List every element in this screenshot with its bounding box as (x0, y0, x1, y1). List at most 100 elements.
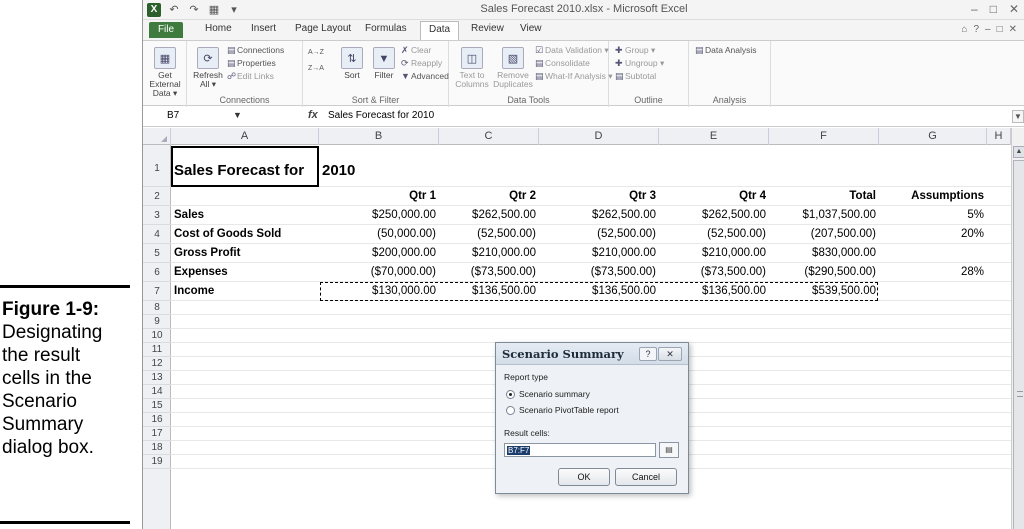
doc-restore-icon[interactable]: □ (997, 24, 1003, 35)
cell-value[interactable]: (52,500.00) (539, 225, 659, 243)
doc-close-icon[interactable]: ✕ (1009, 24, 1017, 35)
cancel-button[interactable]: Cancel (615, 468, 677, 486)
what-if-button[interactable]: ▤What-If Analysis ▾ (535, 71, 613, 82)
cell-value[interactable]: ($290,500.00) (769, 263, 879, 281)
cell-value[interactable]: $1,037,500.00 (769, 206, 879, 224)
connections-button[interactable]: ▤Connections (227, 45, 284, 56)
cell-value[interactable]: $136,500.00 (439, 282, 539, 300)
cell-value[interactable]: ($73,500.00) (659, 263, 769, 281)
cell-value[interactable]: ($73,500.00) (539, 263, 659, 281)
data-validation-button[interactable]: ☑ Data Validation ▾ (535, 45, 609, 56)
cell-assumption[interactable]: 28% (879, 263, 987, 281)
column-header-g[interactable]: G (879, 128, 987, 145)
cell-value[interactable]: $200,000.00 (319, 244, 439, 262)
name-box[interactable]: B7 ▼ (167, 110, 287, 124)
cell-value[interactable]: $250,000.00 (319, 206, 439, 224)
column-header-f[interactable]: F (769, 128, 879, 145)
ribbon-minimize-icon[interactable]: ⌂ (961, 24, 967, 35)
row-header[interactable]: 17 (143, 427, 171, 441)
consolidate-button[interactable]: ▤Consolidate (535, 58, 590, 69)
cell-assumption[interactable] (879, 244, 987, 262)
cell-a1[interactable]: Sales Forecast for (171, 145, 319, 187)
row-label[interactable]: Cost of Goods Sold (171, 225, 319, 243)
tab-formulas[interactable]: Formulas (365, 23, 407, 34)
cell-value[interactable]: (52,500.00) (439, 225, 539, 243)
ok-button[interactable]: OK (558, 468, 610, 486)
cell-value[interactable]: $210,000.00 (439, 244, 539, 262)
tab-home[interactable]: Home (205, 23, 232, 34)
properties-button[interactable]: ▤Properties (227, 58, 276, 69)
tab-view[interactable]: View (520, 23, 542, 34)
row-header[interactable]: 1 (143, 145, 171, 187)
cell-value[interactable]: (50,000.00) (319, 225, 439, 243)
sort-az-button[interactable]: A→Z (308, 49, 324, 56)
get-external-data-button[interactable]: ▦ Get External Data ▾ (145, 47, 185, 98)
tab-insert[interactable]: Insert (251, 23, 276, 34)
cell-value[interactable]: ($73,500.00) (439, 263, 539, 281)
row-header[interactable]: 9 (143, 315, 171, 329)
header-qtr4[interactable]: Qtr 4 (659, 187, 769, 205)
column-header-d[interactable]: D (539, 128, 659, 145)
column-header-c[interactable]: C (439, 128, 539, 145)
column-header-e[interactable]: E (659, 128, 769, 145)
radio-unselected-icon[interactable] (506, 405, 515, 415)
advanced-button[interactable]: ▼Advanced (401, 71, 449, 81)
edit-links-button[interactable]: ☍Edit Links (227, 71, 274, 82)
group-button[interactable]: ✚ Group ▾ (615, 45, 655, 56)
cell-value[interactable]: $262,500.00 (439, 206, 539, 224)
cell-assumption[interactable]: 5% (879, 206, 987, 224)
select-all-button[interactable] (143, 128, 171, 145)
tab-page-layout[interactable]: Page Layout (295, 23, 351, 34)
row-header[interactable]: 5 (143, 244, 171, 263)
cell-value[interactable]: $262,500.00 (539, 206, 659, 224)
row-header[interactable]: 16 (143, 413, 171, 427)
row-header[interactable]: 8 (143, 301, 171, 315)
text-to-columns-button[interactable]: ◫ Text to Columns (453, 47, 491, 89)
row-header[interactable]: 12 (143, 357, 171, 371)
cell-value[interactable]: $136,500.00 (539, 282, 659, 300)
scrollbar-thumb[interactable] (1013, 160, 1024, 529)
column-header-b[interactable]: B (319, 128, 439, 145)
row-label[interactable]: Sales (171, 206, 319, 224)
reapply-button[interactable]: ⟳ Reapply (401, 58, 442, 69)
row-header[interactable]: 11 (143, 343, 171, 357)
row-label[interactable]: Expenses (171, 263, 319, 281)
insert-function-icon[interactable]: fx (308, 109, 318, 121)
cell-assumption[interactable]: 20% (879, 225, 987, 243)
row-header[interactable]: 19 (143, 455, 171, 469)
formula-input[interactable]: Sales Forecast for 2010 (328, 110, 434, 121)
tab-review[interactable]: Review (471, 23, 504, 34)
scroll-up-icon[interactable]: ▲ (1013, 146, 1024, 158)
minimize-icon[interactable]: – (971, 2, 978, 16)
radio-scenario-summary[interactable]: Scenario summary (506, 389, 590, 399)
header-qtr1[interactable]: Qtr 1 (319, 187, 439, 205)
cell-value[interactable]: $136,500.00 (659, 282, 769, 300)
row-header[interactable]: 15 (143, 399, 171, 413)
row-header[interactable]: 10 (143, 329, 171, 343)
radio-selected-icon[interactable] (506, 389, 515, 399)
cell-assumption[interactable] (879, 282, 987, 300)
doc-minimize-icon[interactable]: – (985, 24, 991, 35)
refresh-all-button[interactable]: ⟳ Refresh All ▾ (191, 47, 225, 89)
result-cells-input[interactable]: B7:F7 (504, 443, 656, 457)
header-qtr2[interactable]: Qtr 2 (439, 187, 539, 205)
radio-scenario-pivot[interactable]: Scenario PivotTable report (506, 405, 619, 415)
row-header[interactable]: 14 (143, 385, 171, 399)
tab-data[interactable]: Data (420, 21, 460, 40)
cell-b1[interactable]: 2010 (319, 145, 439, 187)
help-icon[interactable]: ? (639, 347, 657, 361)
row-label[interactable]: Gross Profit (171, 244, 319, 262)
header-total[interactable]: Total (769, 187, 879, 205)
cell-value[interactable]: (52,500.00) (659, 225, 769, 243)
subtotal-button[interactable]: ▤Subtotal (615, 71, 656, 82)
cell-value[interactable]: $262,500.00 (659, 206, 769, 224)
remove-duplicates-button[interactable]: ▧ Remove Duplicates (493, 47, 533, 89)
clear-button[interactable]: ✗ Clear (401, 45, 431, 56)
formula-bar-expand-icon[interactable]: ▼ (1012, 110, 1024, 123)
name-box-dropdown-icon[interactable]: ▼ (233, 110, 242, 120)
collapse-dialog-icon[interactable]: ▤ (659, 442, 679, 458)
tab-file[interactable]: File (149, 22, 183, 38)
row-header[interactable]: 18 (143, 441, 171, 455)
row-label[interactable]: Income (171, 282, 319, 300)
sort-za-button[interactable]: Z→A (308, 65, 324, 72)
